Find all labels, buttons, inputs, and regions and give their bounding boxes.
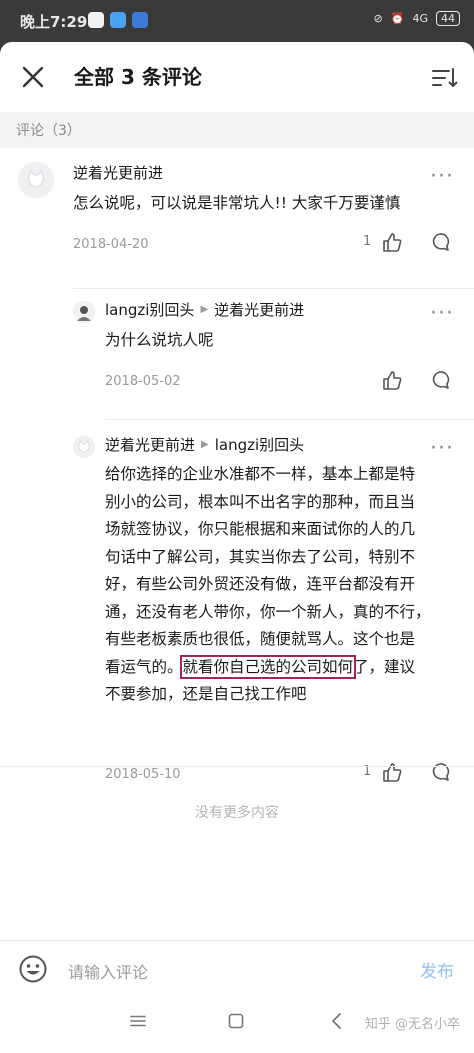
comment-item: langzi别回头 ▶ 逆着光更前进 ··· 为什么说坑人呢 2018-05-0… xyxy=(0,289,474,419)
reply-to-author[interactable]: langzi别回头 xyxy=(215,434,304,455)
comment-text-segment: 了，建议 xyxy=(353,657,416,676)
menu-icon[interactable] xyxy=(130,1015,146,1027)
thumbs-up-icon[interactable] xyxy=(381,231,403,253)
comment-date: 2018-05-10 xyxy=(105,767,181,782)
section-label: 评论（3） xyxy=(16,123,81,139)
comment-author-line: langzi别回头 ▶ 逆着光更前进 xyxy=(105,299,304,320)
section-header: 评论（3） xyxy=(0,112,474,148)
publish-button[interactable]: 发布 xyxy=(420,957,454,982)
sort-icon[interactable] xyxy=(430,64,458,92)
reply-bubble-icon[interactable] xyxy=(429,369,451,391)
qq-icon xyxy=(88,12,104,28)
comment-author[interactable]: langzi别回头 xyxy=(105,299,194,320)
no-more-content-label: 没有更多内容 xyxy=(195,805,279,821)
alarm-icon: ⏰ xyxy=(390,12,405,25)
system-nav-bar: 知乎 @无名小卒 xyxy=(0,987,474,1053)
comment-text-line: 句话中了解公司，其实当你去了公司，特别不 xyxy=(105,547,416,566)
comment-author[interactable]: 逆着光更前进 xyxy=(73,162,163,183)
reply-bubble-icon[interactable] xyxy=(429,231,451,253)
like-count: 1 xyxy=(363,234,372,249)
comment-text: 给你选择的企业水准都不一样，基本上都是特 别小的公司，根本叫不出名字的那种，而且… xyxy=(105,461,460,709)
cloud-app-icon xyxy=(110,12,126,28)
comment-author-line: 逆着光更前进 xyxy=(73,162,163,183)
page-title: 全部 3 条评论 xyxy=(74,65,202,89)
watermark: 知乎 @无名小卒 xyxy=(364,1017,460,1032)
comment-text-line: 看运气的。就看你自己选的公司如何了，建议 xyxy=(105,654,460,682)
sheet-header: 全部 3 条评论 xyxy=(0,42,474,112)
back-icon[interactable] xyxy=(330,1012,342,1030)
comments-sheet: 全部 3 条评论 评论（3） 逆着光更前进 ··· 怎么说呢，可以说是非常坑人!… xyxy=(0,42,474,987)
comment-text-line: 给你选择的企业水准都不一样，基本上都是特 xyxy=(105,465,416,483)
comment-item: 逆着光更前进 ▶ langzi别回头 ··· 给你选择的企业水准都不一样，基本上… xyxy=(0,420,474,782)
status-time: 晚上7:29 xyxy=(20,13,88,31)
comment-input-bar: 请输入评论 发布 xyxy=(0,940,474,987)
battery-icon: 44 xyxy=(436,11,460,26)
thumbs-up-icon[interactable] xyxy=(381,369,403,391)
emoji-icon[interactable] xyxy=(18,954,48,984)
comment-text-line: 通，还没有老人带你，你一个新人，真的不行， xyxy=(105,602,431,621)
signal-icon: 4G xyxy=(412,12,428,25)
home-icon[interactable] xyxy=(228,1013,244,1029)
comment-text-line: 别小的公司，根本叫不出名字的那种，而且当 xyxy=(105,492,416,511)
default-avatar-icon xyxy=(73,436,95,458)
comment-text-line: 有些老板素质也很低，随便就骂人。这个也是 xyxy=(105,630,416,648)
more-options-icon[interactable]: ··· xyxy=(430,166,454,188)
avatar[interactable] xyxy=(18,162,54,198)
comment-date: 2018-04-20 xyxy=(73,237,149,252)
comment-date: 2018-05-02 xyxy=(105,374,181,389)
settings-app-icon xyxy=(132,12,148,28)
divider xyxy=(0,766,474,767)
comment-text: 怎么说呢，可以说是非常坑人!! 大家千万要谨慎 xyxy=(73,194,401,212)
reply-to-author[interactable]: 逆着光更前进 xyxy=(214,299,304,320)
reply-arrow-icon: ▶ xyxy=(201,439,209,450)
avatar[interactable] xyxy=(73,436,95,458)
default-avatar-icon xyxy=(18,162,54,198)
comment-text-line: 好，有些公司外贸还没有做，连平台都没有开 xyxy=(105,575,416,593)
status-bar: 晚上7:29 ⊘ ⏰ 4G 44 xyxy=(0,0,474,42)
highlighted-text: 就看你自己选的公司如何 xyxy=(179,654,357,679)
status-app-icons xyxy=(88,12,148,28)
more-options-icon[interactable]: ··· xyxy=(430,303,454,325)
comment-text-line: 不要参加，还是自己找工作吧 xyxy=(105,685,307,703)
comment-text-segment: 看运气的。 xyxy=(105,657,183,676)
reply-bubble-icon[interactable] xyxy=(429,761,451,783)
comment-input[interactable]: 请输入评论 xyxy=(68,959,148,983)
comment-author-line: 逆着光更前进 ▶ langzi别回头 xyxy=(105,434,304,455)
thumbs-up-icon[interactable] xyxy=(381,761,403,783)
comment-text: 为什么说坑人呢 xyxy=(105,331,214,349)
comment-author[interactable]: 逆着光更前进 xyxy=(105,434,195,455)
more-options-icon[interactable]: ··· xyxy=(430,438,454,460)
status-indicators: ⊘ ⏰ 4G 44 xyxy=(374,11,460,26)
user-avatar-icon xyxy=(73,301,95,323)
mute-icon: ⊘ xyxy=(373,12,383,25)
avatar[interactable] xyxy=(73,301,95,323)
comment-item: 逆着光更前进 ··· 怎么说呢，可以说是非常坑人!! 大家千万要谨慎 2018-… xyxy=(0,148,474,288)
reply-arrow-icon: ▶ xyxy=(200,304,209,315)
close-icon[interactable] xyxy=(18,62,48,92)
comment-text-line: 场就签协议，你只能根据和来面试你的人的几 xyxy=(105,520,416,538)
